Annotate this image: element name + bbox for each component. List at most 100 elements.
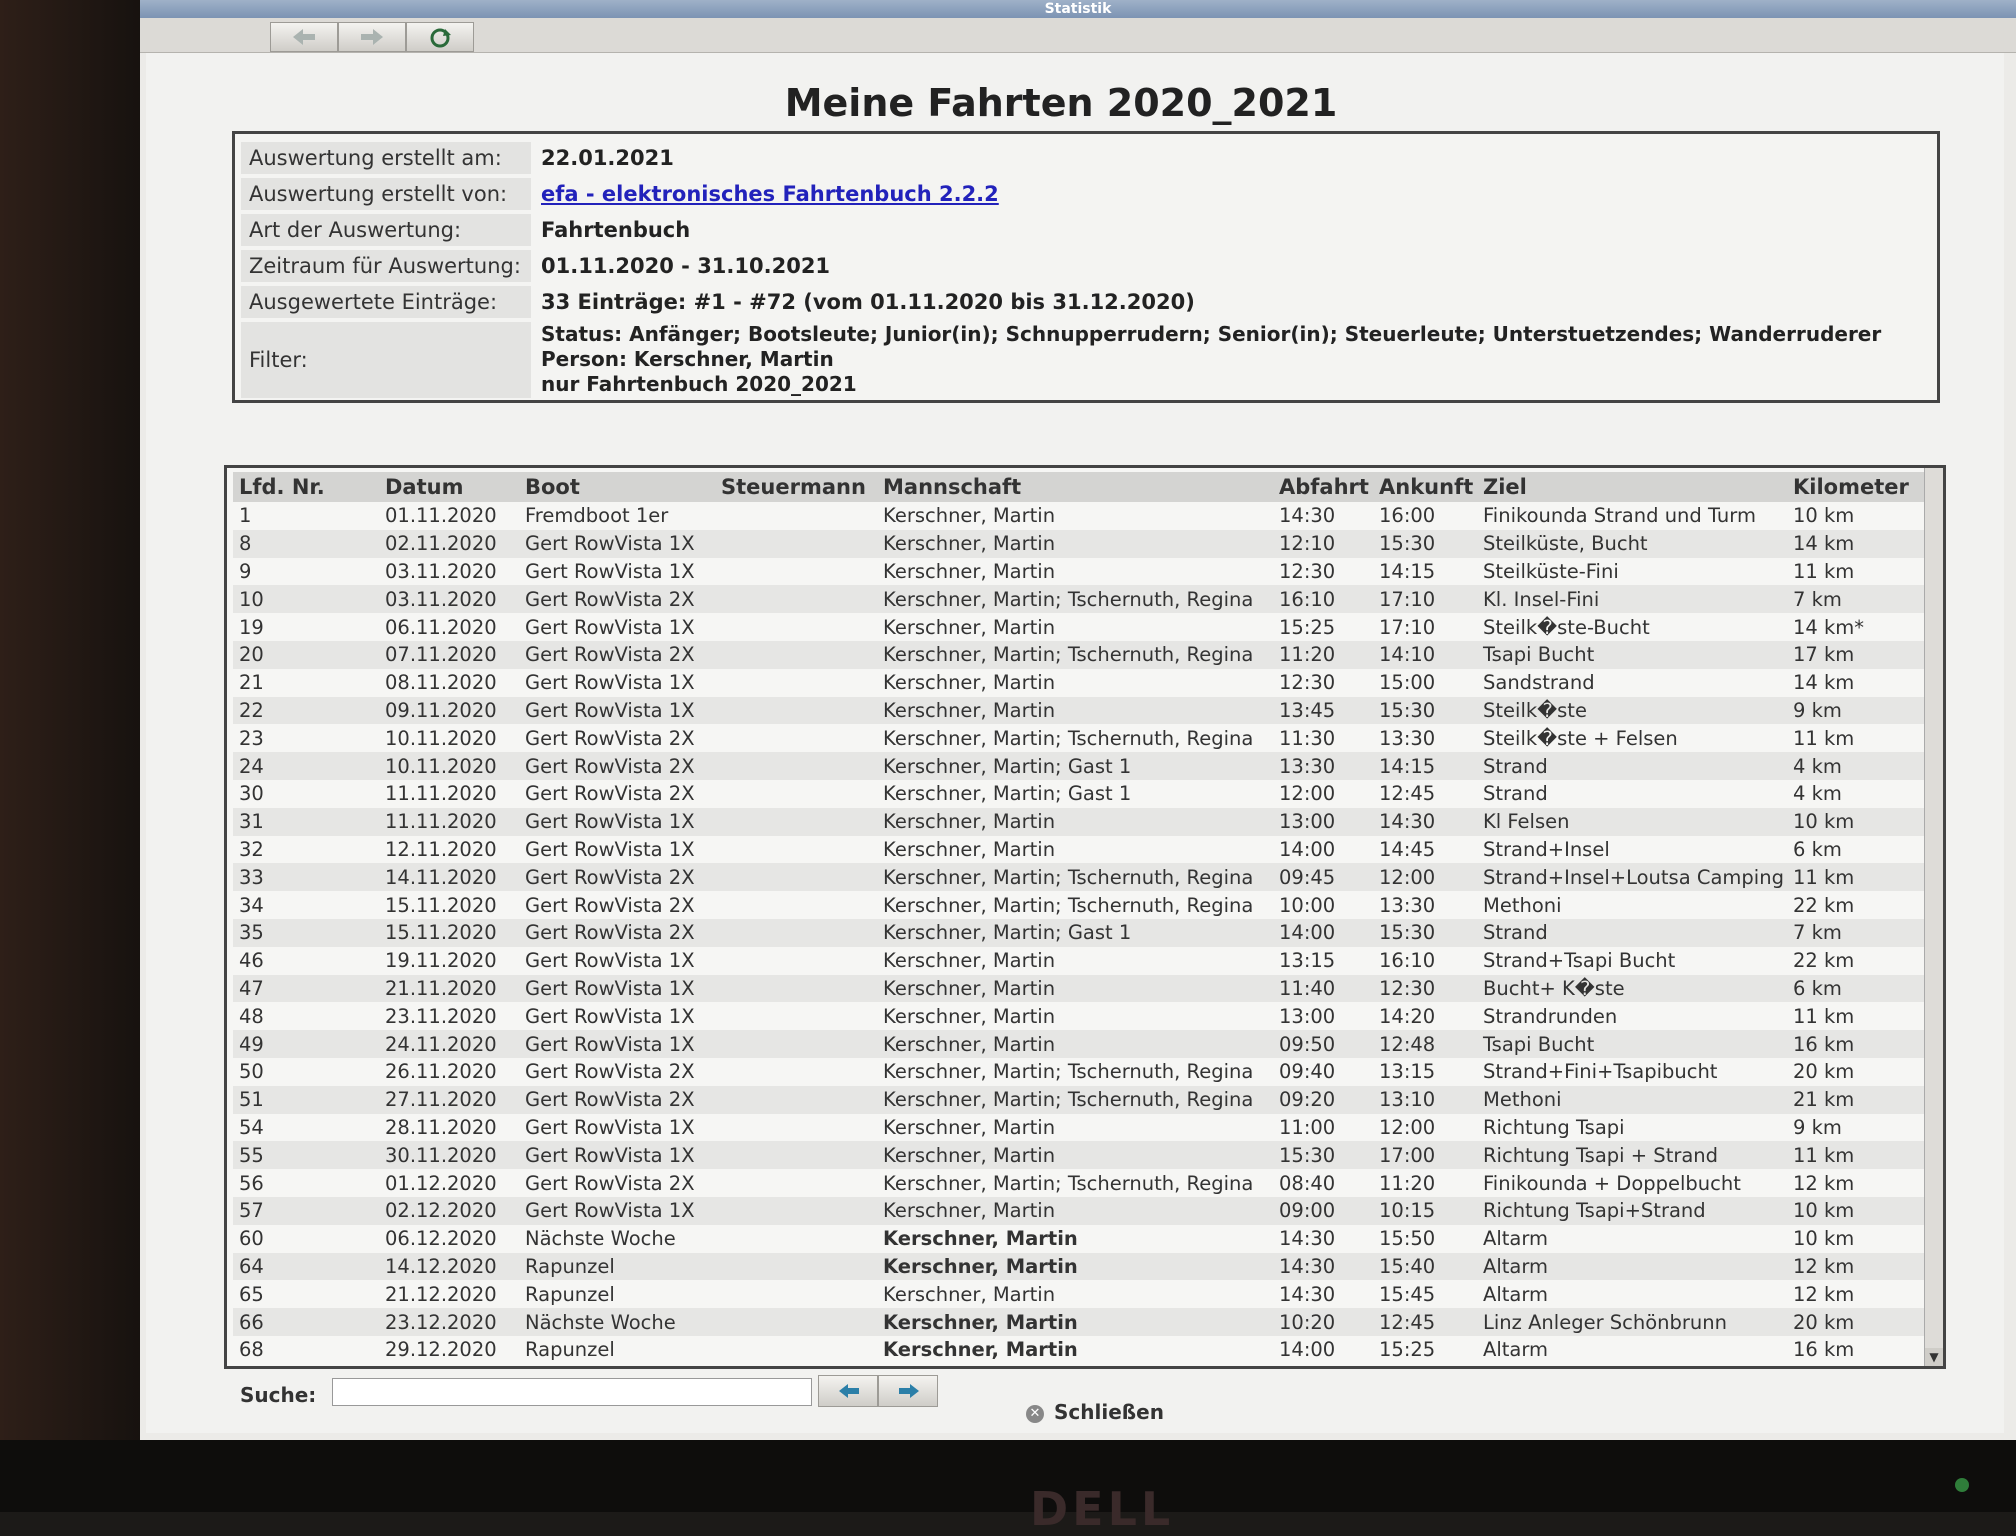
table-row[interactable]: 60 06.12.2020 Nächste Woche Kerschner, Mart… xyxy=(233,1224,1927,1253)
table-row[interactable]: 66 23.12.2020 Nächste Woche Kerschner, Mart… xyxy=(233,1308,1927,1336)
table-cell: 12 km xyxy=(1787,1252,1927,1281)
table-row[interactable]: 55 30.11.2020 Gert RowVista 1X Kerschner, M… xyxy=(233,1141,1927,1170)
table-row[interactable]: 10 03.11.2020 Gert RowVista 2X Kerschner, M… xyxy=(233,585,1927,614)
table-cell: 68 xyxy=(233,1335,379,1364)
column-header[interactable]: Ziel xyxy=(1477,472,1787,502)
arrow-left-icon xyxy=(293,29,315,45)
table-cell: 32 xyxy=(233,835,379,864)
table-cell: 16:10 xyxy=(1373,946,1477,975)
table-row[interactable]: 54 28.11.2020 Gert RowVista 1X Kerschner, M… xyxy=(233,1113,1927,1142)
table-cell xyxy=(715,1280,877,1309)
table-row[interactable]: 49 24.11.2020 Gert RowVista 1X Kerschner, M… xyxy=(233,1030,1927,1058)
info-label: Filter: xyxy=(241,322,531,398)
efa-link[interactable]: efa - elektronisches Fahrtenbuch 2.2.2 xyxy=(541,182,999,206)
table-cell: 12.11.2020 xyxy=(379,835,519,864)
table-cell: 66 xyxy=(233,1308,379,1336)
table-cell: 60 xyxy=(233,1224,379,1253)
search-prev-button[interactable] xyxy=(818,1375,878,1407)
table-row[interactable]: 30 11.11.2020 Gert RowVista 2X Kerschner, M… xyxy=(233,779,1927,808)
back-button[interactable] xyxy=(270,22,338,52)
table-cell: 13:00 xyxy=(1273,1002,1373,1031)
column-header[interactable]: Boot xyxy=(519,472,715,502)
table-row[interactable]: 47 21.11.2020 Gert RowVista 1X Kerschner, M… xyxy=(233,974,1927,1003)
table-cell xyxy=(715,974,877,1003)
table-cell: Kerschner, Martin xyxy=(877,557,1273,586)
table-cell: Finikounda Strand und Turm xyxy=(1477,502,1787,530)
table-row[interactable]: 64 14.12.2020 Rapunzel Kerschner, Martin 14:… xyxy=(233,1252,1927,1281)
table-row[interactable]: 32 12.11.2020 Gert RowVista 1X Kerschner, M… xyxy=(233,835,1927,864)
table-cell: Rapunzel xyxy=(519,1280,715,1309)
table-row[interactable]: 57 02.12.2020 Gert RowVista 1X Kerschner, M… xyxy=(233,1196,1927,1225)
table-cell: 26.11.2020 xyxy=(379,1057,519,1086)
table-cell: Kerschner, Martin xyxy=(877,1113,1273,1142)
table-cell: 15:30 xyxy=(1373,918,1477,947)
table-row[interactable]: 8 02.11.2020 Gert RowVista 1X Kerschner, Ma… xyxy=(233,529,1927,558)
table-cell: 23 xyxy=(233,724,379,753)
table-cell: 13:30 xyxy=(1373,891,1477,919)
table-cell: 8 xyxy=(233,529,379,558)
table-cell xyxy=(715,1141,877,1170)
column-header[interactable]: Steuermann xyxy=(715,472,877,502)
table-row[interactable]: 34 15.11.2020 Gert RowVista 2X Kerschner, M… xyxy=(233,891,1927,919)
table-row[interactable]: 21 08.11.2020 Gert RowVista 1X Kerschner, M… xyxy=(233,668,1927,697)
table-row[interactable]: 35 15.11.2020 Gert RowVista 2X Kerschner, M… xyxy=(233,918,1927,947)
table-row[interactable]: 46 19.11.2020 Gert RowVista 1X Kerschner, M… xyxy=(233,946,1927,975)
filter-line: Status: Anfänger; Bootsleute; Junior(in)… xyxy=(541,322,1882,346)
column-header[interactable]: Datum xyxy=(379,472,519,502)
scroll-down-icon[interactable]: ▼ xyxy=(1925,1348,1943,1366)
table-row[interactable]: 33 14.11.2020 Gert RowVista 2X Kerschner, M… xyxy=(233,863,1927,892)
column-header[interactable]: Ankunft xyxy=(1373,472,1477,502)
table-cell xyxy=(715,1113,877,1142)
table-row[interactable]: 56 01.12.2020 Gert RowVista 2X Kerschner, M… xyxy=(233,1169,1927,1197)
close-button-label: Schließen xyxy=(1054,1400,1164,1424)
table-cell: 12:10 xyxy=(1273,529,1373,558)
table-cell: Gert RowVista 1X xyxy=(519,1141,715,1170)
table-cell: Gert RowVista 1X xyxy=(519,1002,715,1031)
table-row[interactable]: 23 10.11.2020 Gert RowVista 2X Kerschner, M… xyxy=(233,724,1927,753)
table-cell: Kerschner, Martin; Tschernuth, Regina xyxy=(877,1169,1273,1197)
search-input[interactable] xyxy=(332,1378,812,1406)
vertical-scrollbar[interactable]: ▼ xyxy=(1924,468,1943,1366)
forward-button[interactable] xyxy=(338,22,406,52)
page-title: Meine Fahrten 2020_2021 xyxy=(784,81,1338,125)
column-header[interactable]: Kilometer xyxy=(1787,472,1927,502)
table-row[interactable]: 20 07.11.2020 Gert RowVista 2X Kerschner, M… xyxy=(233,640,1927,669)
table-header-row: Lfd. Nr. Datum Boot Steuermann Mannschaft Abf… xyxy=(233,472,1927,502)
column-header[interactable]: Mannschaft xyxy=(877,472,1273,502)
table-row[interactable]: 68 29.12.2020 Rapunzel Kerschner, Martin 14:… xyxy=(233,1335,1927,1364)
table-cell xyxy=(715,1224,877,1253)
table-cell: 12 km xyxy=(1787,1169,1927,1197)
search-next-button[interactable] xyxy=(878,1375,938,1407)
close-button[interactable]: ✕ Schließen xyxy=(1026,1397,1164,1427)
table-row[interactable]: 1 01.11.2020 Fremdboot 1er Kerschner, Marti… xyxy=(233,502,1927,530)
table-cell: 15:30 xyxy=(1373,529,1477,558)
table-cell: Kerschner, Martin; Tschernuth, Regina xyxy=(877,1085,1273,1114)
table-row[interactable]: 22 09.11.2020 Gert RowVista 1X Kerschner, M… xyxy=(233,696,1927,725)
table-cell: 49 xyxy=(233,1030,379,1058)
table-cell: Gert RowVista 2X xyxy=(519,891,715,919)
column-header[interactable]: Lfd. Nr. xyxy=(233,472,379,502)
table-cell: Kerschner, Martin xyxy=(877,1030,1273,1058)
table-row[interactable]: 31 11.11.2020 Gert RowVista 1X Kerschner, M… xyxy=(233,807,1927,836)
table-row[interactable]: 9 03.11.2020 Gert RowVista 1X Kerschner, Ma… xyxy=(233,557,1927,586)
table-cell: 02.11.2020 xyxy=(379,529,519,558)
table-row[interactable]: 51 27.11.2020 Gert RowVista 2X Kerschner, M… xyxy=(233,1085,1927,1114)
table-cell: 01.12.2020 xyxy=(379,1169,519,1197)
reload-button[interactable] xyxy=(406,22,474,52)
table-cell: Rapunzel xyxy=(519,1252,715,1281)
table-cell: Tsapi Bucht xyxy=(1477,1030,1787,1058)
table-row[interactable]: 24 10.11.2020 Gert RowVista 2X Kerschner, M… xyxy=(233,752,1927,780)
table-cell: Gert RowVista 1X xyxy=(519,946,715,975)
table-cell: 11.11.2020 xyxy=(379,807,519,836)
table-row[interactable]: 48 23.11.2020 Gert RowVista 1X Kerschner, M… xyxy=(233,1002,1927,1031)
table-cell: 11 km xyxy=(1787,1141,1927,1170)
table-row[interactable]: 19 06.11.2020 Gert RowVista 1X Kerschner, M… xyxy=(233,613,1927,641)
table-cell: Kerschner, Martin xyxy=(877,529,1273,558)
table-row[interactable]: 50 26.11.2020 Gert RowVista 2X Kerschner, M… xyxy=(233,1057,1927,1086)
table-cell: 11:20 xyxy=(1373,1169,1477,1197)
table-cell: 12:00 xyxy=(1273,779,1373,808)
column-header[interactable]: Abfahrt xyxy=(1273,472,1373,502)
table-cell: Kerschner, Martin xyxy=(877,1196,1273,1225)
table-cell: 15:25 xyxy=(1273,613,1373,641)
table-row[interactable]: 65 21.12.2020 Rapunzel Kerschner, Martin 14:… xyxy=(233,1280,1927,1309)
